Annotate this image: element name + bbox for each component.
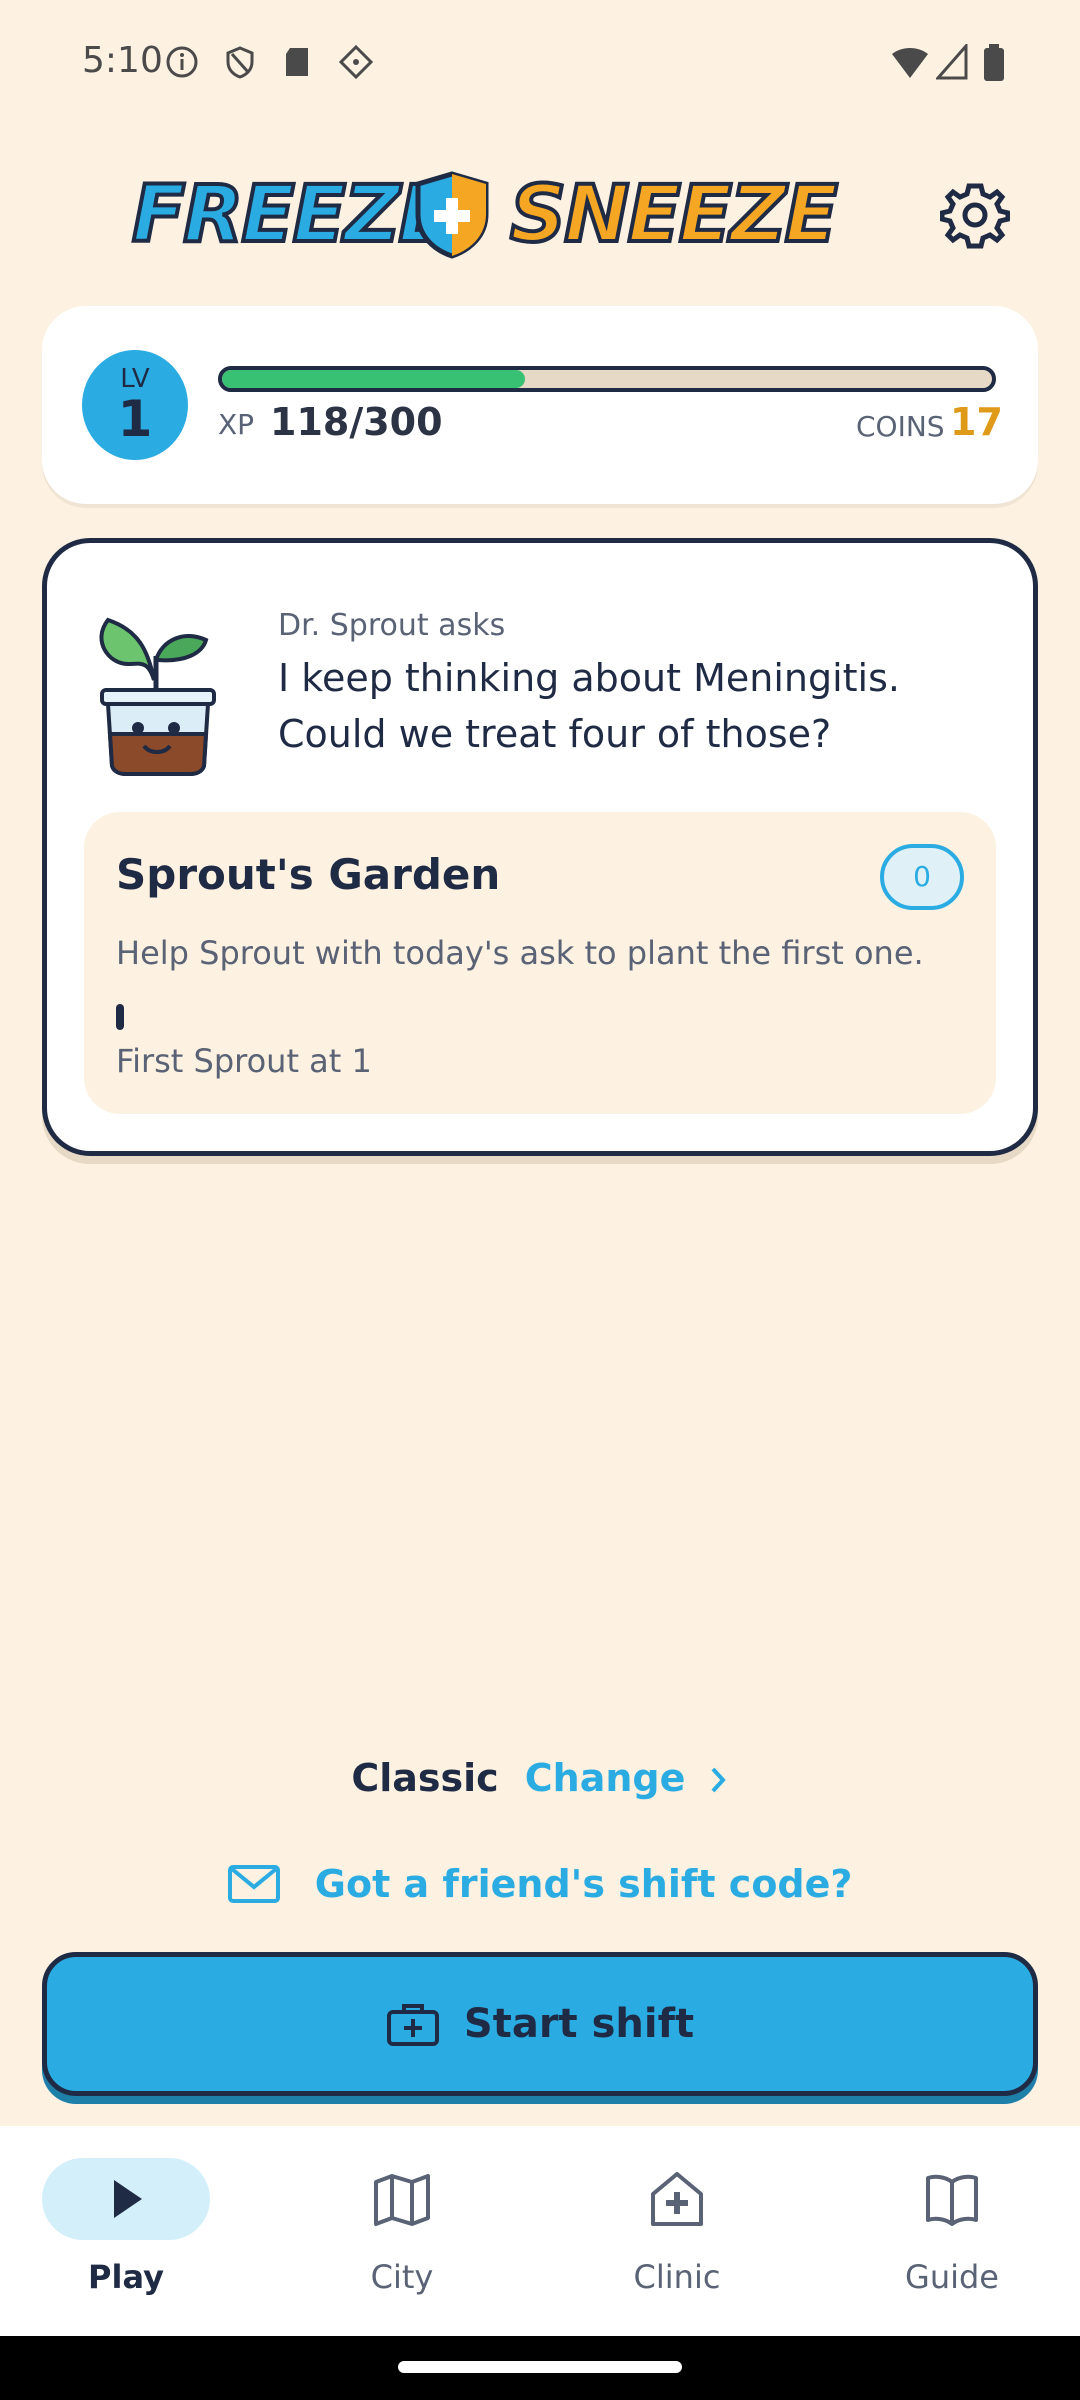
nav-clinic[interactable]: Clinic <box>577 2158 777 2308</box>
mail-icon <box>227 1865 280 1903</box>
logo-text-sneeze: SNEEZE <box>508 168 840 262</box>
xp-value: 118/300 <box>270 400 443 444</box>
garden-description: Help Sprout with today's ask to plant th… <box>116 934 924 972</box>
start-shift-button[interactable]: Start shift <box>42 1952 1038 2096</box>
battery-icon <box>984 44 1004 81</box>
mode-name: Classic <box>351 1756 499 1800</box>
mode-row: Classic Change <box>0 1756 1080 1800</box>
xp-progress-bar <box>218 366 996 392</box>
nav-city-label: City <box>370 2258 434 2296</box>
nav-play[interactable]: Play <box>26 2158 226 2308</box>
garden-milestone: First Sprout at 1 <box>116 1042 372 1080</box>
level-badge: LV 1 <box>82 350 188 460</box>
ask-title: Dr. Sprout asks <box>278 608 506 643</box>
info-icon <box>166 46 198 78</box>
level-value: 1 <box>117 390 153 448</box>
start-shift-label: Start shift <box>463 2001 695 2047</box>
garden-count-badge: 0 <box>880 844 964 910</box>
ask-text: I keep thinking about Meningitis. Could … <box>278 656 900 756</box>
map-icon <box>374 2174 430 2226</box>
nav-city[interactable]: City <box>302 2158 502 2308</box>
settings-gear-icon[interactable] <box>940 180 1010 250</box>
sd-card-icon <box>286 48 308 76</box>
xp-progress-fill <box>222 370 525 388</box>
sprout-character-icon <box>99 617 216 776</box>
home-gesture-handle[interactable] <box>398 2361 682 2373</box>
nav-play-label: Play <box>88 2258 164 2296</box>
book-icon <box>926 2174 978 2226</box>
chevron-right-icon <box>711 1767 726 1793</box>
xp-label: XP <box>218 408 255 441</box>
nav-guide-label: Guide <box>905 2258 999 2296</box>
shift-code-link[interactable]: Got a friend's shift code? <box>0 1862 1080 1906</box>
garden-title: Sprout's Garden <box>116 850 501 899</box>
level-card <box>42 306 1038 504</box>
coins-label: COINS <box>856 410 945 443</box>
shield-icon <box>226 46 254 79</box>
clinic-icon <box>651 2172 703 2226</box>
status-time: 5:10 <box>82 40 163 81</box>
wifi-icon <box>892 48 928 78</box>
app-logo: FREEZE SNEEZE <box>130 168 840 262</box>
shield-cross-icon <box>415 171 489 259</box>
garden-progress-marker <box>116 1004 124 1030</box>
change-mode-label: Change <box>524 1756 686 1800</box>
coins-value: 17 <box>950 400 1003 444</box>
logo-text-freeze: FREEZE <box>130 168 454 262</box>
nav-clinic-label: Clinic <box>633 2258 721 2296</box>
play-icon <box>114 2180 142 2218</box>
shift-code-label: Got a friend's shift code? <box>314 1862 853 1906</box>
medical-kit-icon <box>386 2004 439 2046</box>
change-mode-link[interactable]: Change <box>525 1756 729 1800</box>
diamond-icon <box>338 44 374 80</box>
nav-guide[interactable]: Guide <box>852 2158 1052 2308</box>
signal-icon <box>936 44 968 80</box>
